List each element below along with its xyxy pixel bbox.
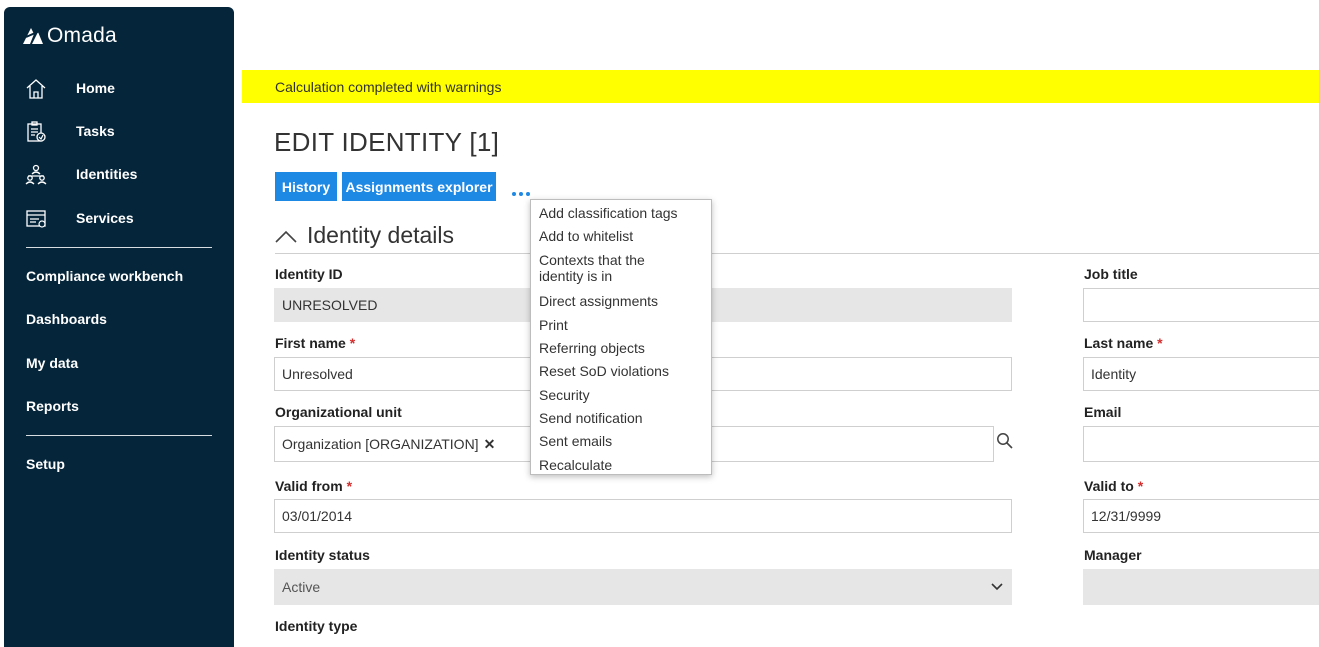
history-button[interactable]: History [275, 172, 337, 201]
menu-item-print[interactable]: Print [539, 317, 704, 333]
manager-label: Manager [1084, 547, 1142, 563]
chevron-up-icon [275, 230, 297, 243]
identity-status-label: Identity status [275, 547, 370, 563]
sidebar-item-identities[interactable]: Identities [4, 154, 234, 194]
omada-logo[interactable]: Omada [22, 24, 117, 48]
services-icon [26, 210, 46, 228]
sidebar-link-my-data[interactable]: My data [26, 355, 78, 371]
menu-item-recalculate[interactable]: Recalculate [539, 457, 704, 473]
sidebar-divider [26, 247, 212, 248]
menu-item-add-classification-tags[interactable]: Add classification tags [539, 205, 704, 221]
email-label: Email [1084, 404, 1122, 420]
sidebar: Omada Home Tasks Identities Services Com… [4, 7, 234, 647]
sidebar-item-home[interactable]: Home [4, 68, 234, 108]
last-name-label: Last name * [1084, 335, 1163, 351]
identities-icon [25, 164, 47, 185]
more-options-menu: Add classification tags Add to whitelist… [530, 199, 712, 475]
sidebar-link-setup[interactable]: Setup [26, 456, 65, 472]
identity-status-value: Active [282, 579, 321, 595]
warning-banner: Calculation completed with warnings [242, 70, 1319, 103]
org-unit-label: Organizational unit [275, 404, 402, 420]
sidebar-item-label: Tasks [76, 123, 115, 139]
valid-to-field[interactable]: 12/31/9999 [1083, 499, 1319, 533]
first-name-label: First name * [275, 335, 356, 351]
sidebar-item-tasks[interactable]: Tasks [4, 111, 234, 151]
sidebar-link-dashboards[interactable]: Dashboards [26, 311, 107, 327]
sidebar-item-label: Services [76, 210, 134, 226]
section-header-identity-details[interactable]: Identity details [274, 222, 454, 249]
sidebar-item-label: Identities [76, 166, 138, 182]
logo-text: Omada [47, 24, 117, 47]
identity-type-label: Identity type [275, 618, 358, 634]
menu-item-security[interactable]: Security [539, 387, 704, 403]
menu-item-sent-emails[interactable]: Sent emails [539, 433, 704, 449]
tasks-icon [27, 121, 46, 142]
menu-item-send-notification[interactable]: Send notification [539, 410, 704, 426]
manager-field [1083, 569, 1319, 605]
section-title: Identity details [307, 222, 455, 248]
assignments-explorer-button[interactable]: Assignments explorer [342, 172, 496, 201]
valid-to-label: Valid to * [1084, 478, 1144, 494]
menu-item-add-to-whitelist[interactable]: Add to whitelist [539, 228, 704, 244]
valid-from-label: Valid from * [275, 478, 353, 494]
sidebar-item-label: Home [76, 80, 115, 96]
identity-id-label: Identity ID [275, 266, 343, 282]
org-unit-value: Organization [ORGANIZATION] [282, 436, 479, 452]
remove-icon[interactable]: ✕ [484, 436, 496, 453]
email-field[interactable] [1083, 426, 1319, 462]
search-icon[interactable] [996, 432, 1014, 450]
job-title-label: Job title [1084, 266, 1138, 282]
valid-from-field[interactable]: 03/01/2014 [274, 499, 1012, 533]
more-options-icon[interactable] [510, 186, 534, 198]
sidebar-divider [26, 435, 212, 436]
sidebar-link-reports[interactable]: Reports [26, 398, 79, 414]
identity-status-select[interactable]: Active [274, 569, 1012, 605]
last-name-field[interactable]: Identity [1083, 357, 1319, 391]
section-divider [275, 253, 1319, 254]
chevron-down-icon [991, 583, 1003, 591]
page-title: EDIT IDENTITY [1] [274, 127, 500, 157]
home-icon [26, 79, 46, 99]
banner-text: Calculation completed with warnings [275, 78, 502, 95]
sidebar-link-compliance-workbench[interactable]: Compliance workbench [26, 268, 183, 284]
menu-item-contexts[interactable]: Contexts that the identity is in [539, 252, 664, 284]
job-title-field[interactable] [1083, 288, 1319, 322]
sidebar-item-services[interactable]: Services [4, 198, 234, 238]
menu-item-direct-assignments[interactable]: Direct assignments [539, 293, 704, 309]
omada-logo-icon [23, 28, 43, 44]
menu-item-reset-sod-violations[interactable]: Reset SoD violations [539, 363, 704, 379]
menu-item-referring-objects[interactable]: Referring objects [539, 340, 704, 356]
